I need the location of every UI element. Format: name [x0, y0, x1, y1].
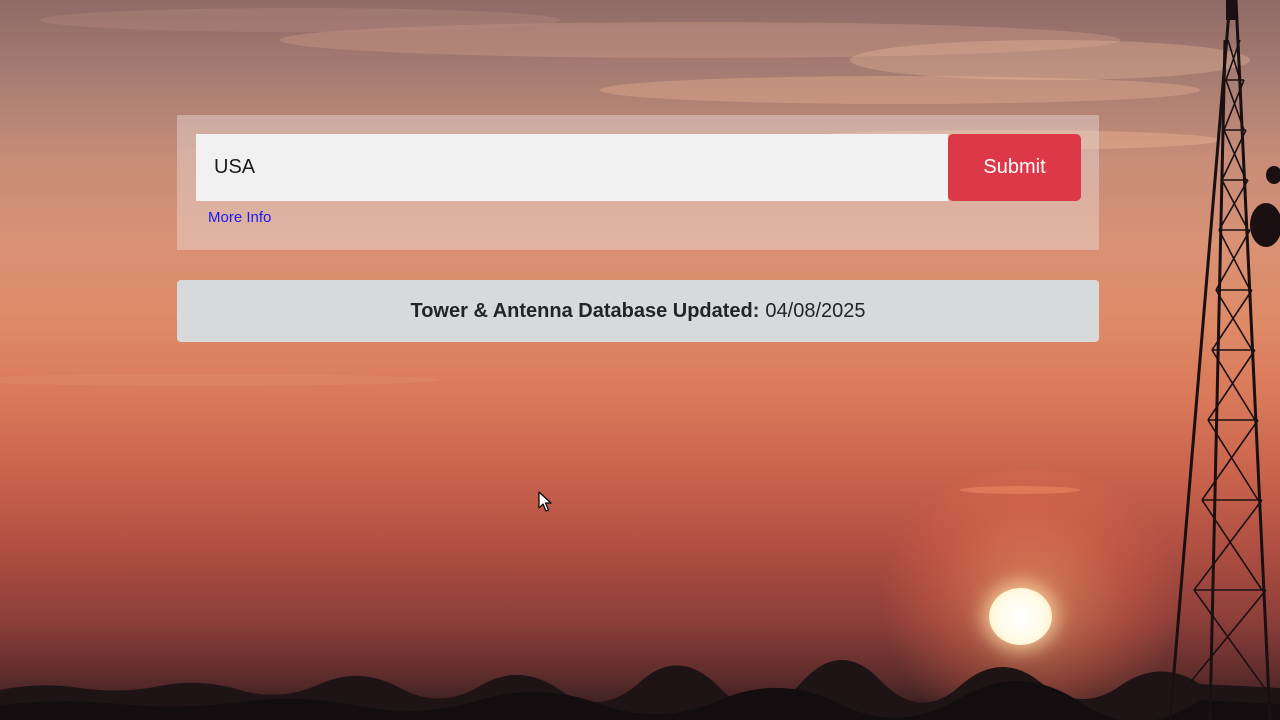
update-date: 04/08/2025 [765, 299, 866, 322]
treeline [0, 660, 1280, 720]
search-input[interactable] [196, 134, 948, 201]
background-sunset-image [0, 0, 1280, 720]
more-info-link[interactable]: More Info [208, 209, 271, 226]
sun [989, 588, 1052, 645]
antenna-tower [1170, 0, 1280, 720]
database-update-banner: Tower & Antenna Database Updated: 04/08/… [177, 280, 1099, 342]
mouse-pointer-icon [538, 491, 552, 512]
submit-button[interactable]: Submit [948, 134, 1081, 201]
search-panel: Submit More Info [177, 115, 1099, 250]
update-label: Tower & Antenna Database Updated: [410, 299, 760, 322]
